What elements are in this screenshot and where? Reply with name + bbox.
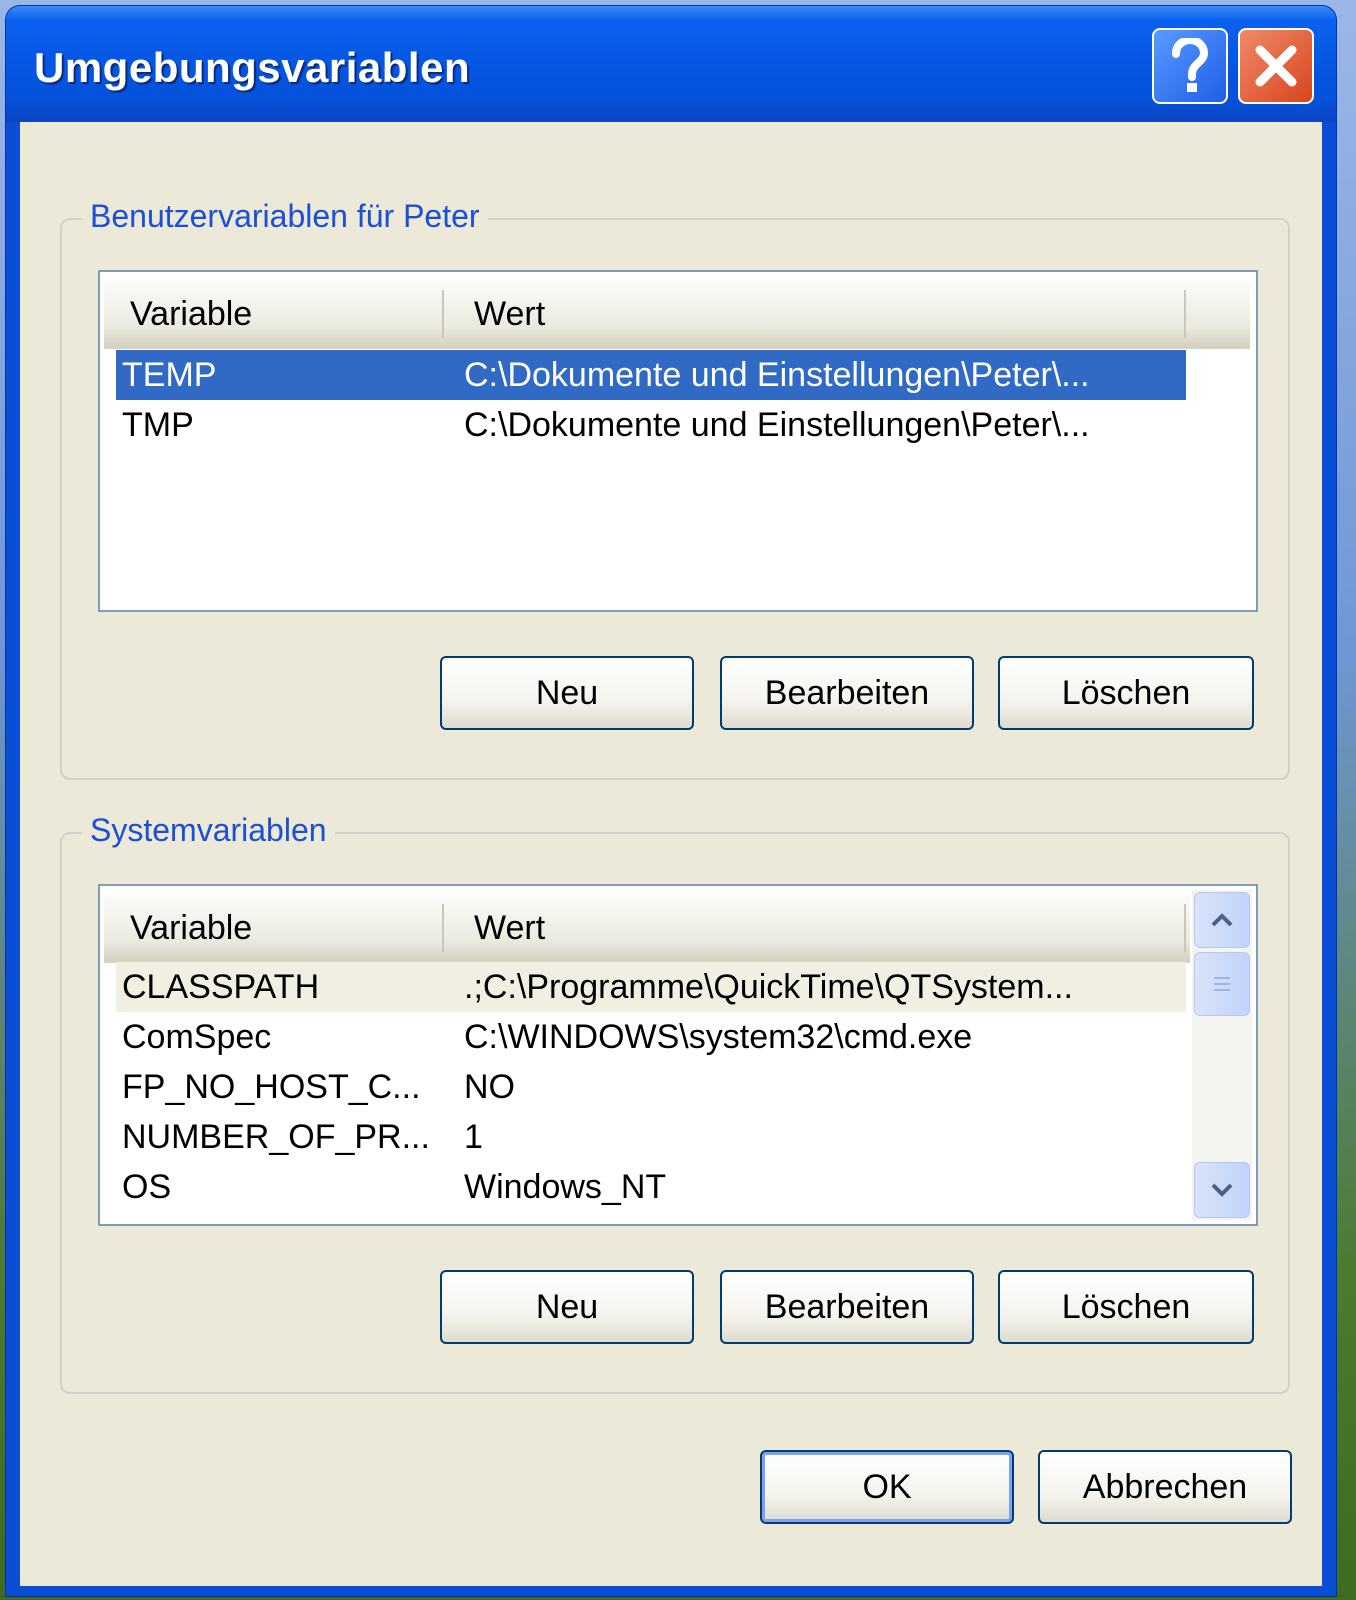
system-variables-list[interactable]: Variable Wert CLASSPATH .;C:\Programme\Q… — [98, 884, 1258, 1226]
system-edit-button[interactable]: Bearbeiten — [720, 1270, 974, 1344]
variable-name: CLASSPATH — [122, 968, 320, 1006]
scroll-thumb[interactable] — [1194, 952, 1250, 1016]
column-header-value[interactable]: Wert — [474, 896, 545, 960]
variable-value: 1 — [464, 1118, 483, 1156]
list-item[interactable]: OS Windows_NT — [116, 1162, 1186, 1212]
list-item[interactable]: TEMP C:\Dokumente und Einstellungen\Pete… — [116, 350, 1186, 400]
user-delete-button[interactable]: Löschen — [998, 656, 1254, 730]
window-title: Umgebungsvariablen — [34, 44, 471, 91]
variable-name: OS — [122, 1168, 172, 1206]
variable-name: ComSpec — [122, 1018, 272, 1056]
column-header-variable[interactable]: Variable — [130, 282, 252, 346]
dialog-client-area: Benutzervariablen für Peter Variable Wer… — [20, 122, 1322, 1586]
column-separator[interactable] — [1184, 904, 1186, 952]
user-variables-list[interactable]: Variable Wert TEMP C:\Dokumente und Eins… — [98, 270, 1258, 612]
system-variables-group: Systemvariablen Variable Wert CLASSPATH … — [60, 812, 1290, 1394]
list-header: Variable Wert — [104, 282, 1250, 349]
variable-value: .;C:\Programme\QuickTime\QTSystem... — [464, 968, 1073, 1006]
list-header: Variable Wert — [104, 896, 1190, 963]
variable-value: C:\Dokumente und Einstellungen\Peter\... — [464, 356, 1090, 394]
vertical-scrollbar[interactable] — [1192, 890, 1252, 1220]
chevron-up-icon — [1211, 913, 1233, 927]
scroll-down-button[interactable] — [1194, 1162, 1250, 1218]
cancel-button[interactable]: Abbrechen — [1038, 1450, 1292, 1524]
user-new-button[interactable]: Neu — [440, 656, 694, 730]
variable-name: FP_NO_HOST_C... — [122, 1068, 421, 1106]
user-variables-group: Benutzervariablen für Peter Variable Wer… — [60, 198, 1290, 780]
question-mark-icon — [1172, 38, 1209, 92]
system-delete-button[interactable]: Löschen — [998, 1270, 1254, 1344]
ok-button[interactable]: OK — [760, 1450, 1014, 1524]
variable-name: TMP — [122, 406, 194, 444]
column-separator[interactable] — [1184, 290, 1186, 338]
list-item[interactable]: TMP C:\Dokumente und Einstellungen\Peter… — [116, 400, 1186, 450]
grip-icon — [1214, 977, 1230, 991]
list-item[interactable]: ComSpec C:\WINDOWS\system32\cmd.exe — [116, 1012, 1186, 1062]
close-icon — [1255, 45, 1297, 87]
variable-name: NUMBER_OF_PR... — [122, 1118, 430, 1156]
column-separator[interactable] — [442, 290, 444, 338]
variable-name: TEMP — [122, 356, 217, 394]
dialog-window: Umgebungsvariablen Benutzervariablen für… — [6, 6, 1336, 1596]
system-variables-group-label: Systemvariablen — [82, 812, 335, 849]
user-variables-group-label: Benutzervariablen für Peter — [82, 198, 488, 235]
list-item[interactable]: CLASSPATH .;C:\Programme\QuickTime\QTSys… — [116, 962, 1186, 1012]
list-item[interactable]: NUMBER_OF_PR... 1 — [116, 1112, 1186, 1162]
column-header-value[interactable]: Wert — [474, 282, 545, 346]
help-button[interactable] — [1152, 28, 1228, 104]
title-bar[interactable]: Umgebungsvariablen — [6, 6, 1336, 122]
variable-value: C:\Dokumente und Einstellungen\Peter\... — [464, 406, 1090, 444]
variable-value: Windows_NT — [464, 1168, 667, 1206]
list-item[interactable]: FP_NO_HOST_C... NO — [116, 1062, 1186, 1112]
user-edit-button[interactable]: Bearbeiten — [720, 656, 974, 730]
close-button[interactable] — [1238, 28, 1314, 104]
variable-value: C:\WINDOWS\system32\cmd.exe — [464, 1018, 973, 1056]
variable-value: NO — [464, 1068, 515, 1106]
chevron-down-icon — [1211, 1183, 1233, 1197]
scroll-up-button[interactable] — [1194, 892, 1250, 948]
system-new-button[interactable]: Neu — [440, 1270, 694, 1344]
column-header-variable[interactable]: Variable — [130, 896, 252, 960]
column-separator[interactable] — [442, 904, 444, 952]
